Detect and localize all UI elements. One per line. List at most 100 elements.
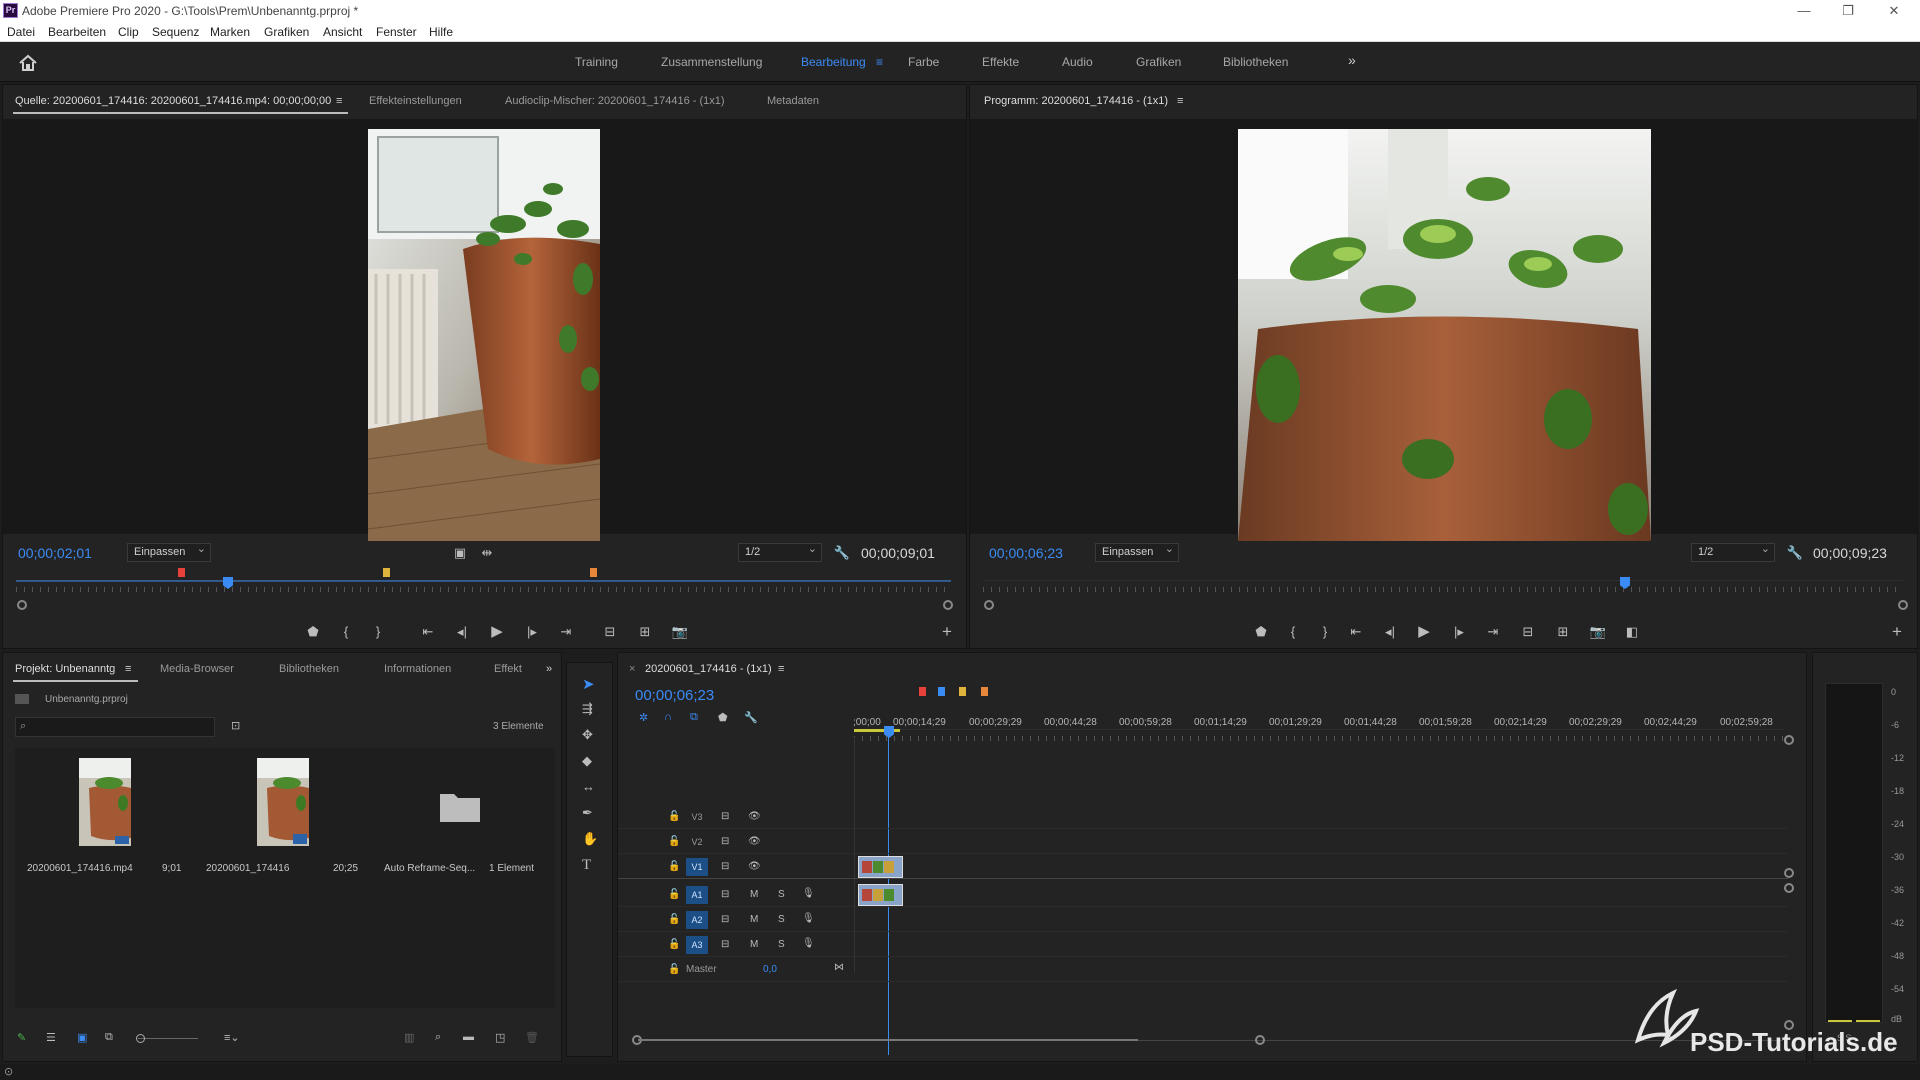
close-sequence-icon[interactable]: × <box>629 663 635 675</box>
project-item-bin[interactable]: Auto Reframe-Seq... 1 Element <box>381 753 556 888</box>
program-zoom-start-handle[interactable] <box>984 600 994 610</box>
track-label-a1[interactable]: A1 <box>686 886 708 904</box>
program-play-button[interactable]: ▶ <box>1414 622 1434 642</box>
comparison-view-icon[interactable]: ◧ <box>1622 622 1642 642</box>
timeline-marker-orange[interactable] <box>981 687 988 696</box>
lock-icon[interactable]: 🔓 <box>668 861 680 872</box>
go-to-in-icon[interactable]: ⇤ <box>418 622 438 642</box>
solo-button[interactable]: S <box>778 914 785 925</box>
slip-tool-icon[interactable]: ↔ <box>582 779 595 794</box>
tab-info[interactable]: Informationen <box>384 663 451 675</box>
sync-lock-icon[interactable]: ⊟ <box>721 914 729 925</box>
program-step-forward-icon[interactable]: |▸ <box>1449 622 1469 642</box>
home-icon[interactable] <box>18 54 38 72</box>
lock-icon[interactable]: 🔓 <box>668 811 680 822</box>
video-scroll-handle-bottom[interactable] <box>1784 868 1794 878</box>
mute-button[interactable]: M <box>750 889 758 900</box>
program-panel-menu-icon[interactable]: ≡ <box>1177 95 1183 107</box>
menu-ansicht[interactable]: Ansicht <box>323 25 362 39</box>
step-forward-icon[interactable]: |▸ <box>522 622 542 642</box>
audio-clip[interactable] <box>858 884 903 906</box>
source-button-editor-plus-icon[interactable]: + <box>937 622 957 642</box>
master-volume[interactable]: 0,0 <box>763 964 777 975</box>
program-step-back-icon[interactable]: ◂| <box>1380 622 1400 642</box>
automate-to-sequence-icon[interactable]: ▥ <box>404 1031 414 1044</box>
source-timecode[interactable]: 00;00;02;01 <box>18 545 92 561</box>
step-back-icon[interactable]: ◂| <box>452 622 472 642</box>
video-clip[interactable] <box>858 856 903 878</box>
more-panels-icon[interactable]: » <box>546 663 552 675</box>
sync-lock-icon[interactable]: ⊟ <box>721 889 729 900</box>
lock-icon[interactable]: 🔓 <box>668 836 680 847</box>
go-to-next-edit-icon[interactable]: ⋈ <box>834 962 844 973</box>
workspace-effekte[interactable]: Effekte <box>982 55 1019 69</box>
insert-overwrite-icon[interactable]: ▣ <box>450 543 470 563</box>
project-item-sequence[interactable]: 20200601_174416 20;25 <box>203 753 363 888</box>
thumbnail-size-slider[interactable] <box>138 1038 198 1039</box>
track-select-tool-icon[interactable]: ⇶ <box>582 701 593 717</box>
source-settings-wrench-icon[interactable]: 🔧 <box>832 543 852 563</box>
source-zoom-start-handle[interactable] <box>17 600 27 610</box>
track-label-v3[interactable]: V3 <box>686 808 708 826</box>
add-marker-timeline-icon[interactable]: ⬟ <box>718 711 728 724</box>
toggle-output-eye-icon[interactable]: 👁 <box>748 836 761 847</box>
workspace-bearbeitung[interactable]: Bearbeitung <box>801 55 866 69</box>
extract-icon[interactable]: ⊞ <box>1553 622 1573 642</box>
sync-lock-icon[interactable]: ⊟ <box>721 811 729 822</box>
clear-icon[interactable]: 🗑 <box>525 1031 539 1044</box>
sort-icons-icon[interactable]: ≡⌄ <box>224 1031 240 1044</box>
menu-hilfe[interactable]: Hilfe <box>429 25 453 39</box>
lock-icon[interactable]: 🔓 <box>668 964 680 975</box>
tab-effects[interactable]: Effekt <box>494 663 522 675</box>
add-marker-icon[interactable]: ⬟ <box>303 622 323 642</box>
program-go-to-out-icon[interactable]: ⇥ <box>1483 622 1503 642</box>
timeline-ruler[interactable]: ;00;00 00;00;14;29 00;00;29;29 00;00;44;… <box>853 701 1784 731</box>
razor-tool-icon[interactable]: ◆ <box>582 753 592 769</box>
program-mark-in-icon[interactable]: { <box>1283 622 1303 642</box>
timeline-timecode[interactable]: 00;00;06;23 <box>635 687 714 704</box>
tab-media-browser[interactable]: Media-Browser <box>160 663 234 675</box>
program-settings-wrench-icon[interactable]: 🔧 <box>1785 543 1805 563</box>
source-resolution-dropdown[interactable]: 1/2 <box>738 542 822 562</box>
source-zoom-dropdown[interactable]: Einpassen <box>127 542 211 562</box>
lift-icon[interactable]: ⊟ <box>1518 622 1538 642</box>
video-scroll-handle-top[interactable] <box>1784 735 1794 745</box>
source-panel-menu-icon[interactable]: ≡ <box>336 95 342 107</box>
program-go-to-in-icon[interactable]: ⇤ <box>1346 622 1366 642</box>
timeline-marker-yellow[interactable] <box>959 687 966 696</box>
timeline-scrollbar-thumb[interactable] <box>638 1039 1138 1041</box>
overwrite-icon[interactable]: ⊞ <box>635 622 655 642</box>
project-item-clip[interactable]: 20200601_174416.mp4 9;01 <box>25 753 185 888</box>
toggle-output-eye-icon[interactable]: 👁 <box>748 861 761 872</box>
tab-program[interactable]: Programm: 20200601_174416 - (1x1) <box>984 95 1168 107</box>
menu-datei[interactable]: Datei <box>7 25 35 39</box>
source-zoom-end-handle[interactable] <box>943 600 953 610</box>
voice-over-mic-icon[interactable]: 🎙 <box>802 938 815 949</box>
restore-button[interactable]: ❐ <box>1828 1 1868 21</box>
new-bin-icon[interactable]: ▬ <box>463 1031 474 1043</box>
program-monitor[interactable] <box>970 119 1917 541</box>
selection-tool-icon[interactable]: ➤ <box>582 675 595 693</box>
tab-audio-clip-mixer[interactable]: Audioclip-Mischer: 20200601_174416 - (1x… <box>505 95 725 107</box>
timeline-scroll-end-handle[interactable] <box>1255 1035 1265 1045</box>
project-panel-menu-icon[interactable]: ≡ <box>125 663 131 675</box>
program-zoom-dropdown[interactable]: Einpassen <box>1095 542 1179 562</box>
workspace-audio[interactable]: Audio <box>1062 55 1093 69</box>
track-label-v2[interactable]: V2 <box>686 833 708 851</box>
play-button[interactable]: ▶ <box>487 622 507 642</box>
mark-out-icon[interactable]: } <box>368 622 388 642</box>
program-timecode[interactable]: 00;00;06;23 <box>989 545 1063 561</box>
tab-sequence[interactable]: 20200601_174416 - (1x1) <box>645 663 772 675</box>
linked-selection-icon[interactable]: ⧉ <box>690 711 698 724</box>
audio-scroll-handle-top[interactable] <box>1784 883 1794 893</box>
thumbnail-size-slider-handle[interactable] <box>136 1034 145 1043</box>
workspace-training[interactable]: Training <box>575 55 618 69</box>
minimize-button[interactable]: — <box>1784 1 1824 21</box>
workspace-zusammenstellung[interactable]: Zusammenstellung <box>661 55 762 69</box>
freeform-view-icon[interactable]: ⧉ <box>105 1031 113 1044</box>
marker-red[interactable] <box>178 568 185 577</box>
timeline-marker-blue[interactable] <box>938 687 945 696</box>
source-monitor[interactable] <box>3 119 966 541</box>
timeline-settings-wrench-icon[interactable]: 🔧 <box>744 711 758 724</box>
new-item-icon[interactable]: ◳ <box>495 1031 505 1044</box>
